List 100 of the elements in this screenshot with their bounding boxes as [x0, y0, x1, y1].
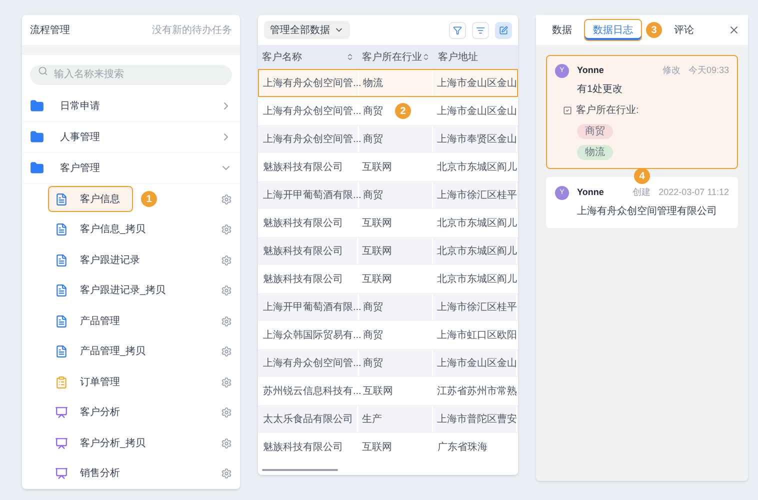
table-cell-text: 上海有舟众创空间管...: [263, 76, 362, 90]
settings-icon[interactable]: [221, 438, 232, 449]
clipboard-icon: [55, 376, 68, 389]
table-row[interactable]: 上海有舟众创空间管... 商贸 上海市奉贤区金山: [258, 125, 518, 153]
column-header[interactable]: 客户地址: [438, 50, 478, 64]
step-badge: 1: [141, 191, 157, 208]
search-field[interactable]: 输入名称来搜索: [30, 64, 232, 84]
table-row[interactable]: 魅族科技有限公司 互联网 北京市东城区阎儿: [258, 209, 518, 237]
table-cell-text: 上海有舟众创空间管...: [263, 356, 362, 370]
document-icon: [55, 345, 68, 358]
table-cell-text: 北京市东城区阎儿: [437, 216, 517, 230]
table-cell-text: 商贸: [363, 300, 383, 314]
folder-item[interactable]: 人事管理: [22, 122, 240, 153]
document-icon: [55, 192, 68, 206]
table-cell-text: 上海市金山区金山: [437, 76, 517, 90]
view-dropdown[interactable]: 管理全部数据: [264, 21, 350, 39]
table-row[interactable]: 苏州锐云信息科技有... 互联网 江苏省苏州市常熟: [258, 377, 518, 405]
chart-board-icon: [55, 406, 68, 420]
value-tag: 物流: [577, 145, 613, 160]
table-cell-text: 上海有舟众创空间管...: [263, 132, 362, 146]
settings-icon[interactable]: [221, 346, 232, 358]
user-name: Yonne: [577, 64, 604, 78]
table-cell-text: 北京市东城区阎儿: [437, 160, 517, 174]
table-cell-text: 北京市东城区阎儿: [437, 272, 517, 286]
edit-icon: [499, 26, 508, 34]
column-header[interactable]: 客户所在行业: [362, 50, 422, 64]
form-item[interactable]: 客户跟进记录_拷贝: [48, 278, 179, 304]
filter-icon: [453, 26, 462, 34]
settings-icon[interactable]: [221, 316, 232, 327]
table-cell-text: 互联网: [362, 440, 392, 454]
table-row[interactable]: 上海开甲葡萄酒有限... 商贸 上海市徐汇区桂平: [258, 181, 518, 209]
table-row[interactable]: 上海有舟众创空间管... 商贸 2 上海市金山区金山: [258, 97, 518, 125]
table-row[interactable]: 上海有舟众创空间管... 物流 上海市金山区金山: [258, 69, 518, 97]
table-row[interactable]: 魅族科技有限公司 互联网 北京市东城区阎儿: [258, 153, 518, 181]
table-cell-text: 苏州锐云信息科技有...: [263, 384, 362, 398]
table-cell-text: 生产: [362, 412, 382, 426]
table-cell-text: 上海市金山区金山: [437, 104, 517, 118]
document-icon: [55, 223, 68, 236]
action-text: 创建: [632, 186, 651, 200]
table-cell-text: 商贸: [363, 356, 383, 370]
filter-button[interactable]: [449, 22, 466, 38]
column-header[interactable]: 客户名称: [262, 50, 302, 64]
table-row[interactable]: 上海开甲葡萄酒有限... 商贸 上海市徐汇区桂平: [258, 293, 518, 321]
table-cell-text: 广东省珠海: [438, 440, 488, 454]
table-cell-text: 互联网: [362, 216, 392, 230]
table-cell-text: 商贸: [363, 104, 383, 118]
folder-item[interactable]: 日常申请: [22, 91, 240, 122]
form-item[interactable]: 产品管理: [48, 308, 133, 334]
form-item[interactable]: 销售分析: [48, 460, 133, 487]
step-badge: 2: [395, 103, 411, 119]
folder-icon: [30, 99, 44, 113]
table-row[interactable]: 魅族科技有限公司 互联网 广东省珠海: [258, 433, 518, 461]
table-row[interactable]: 太太乐食品有限公司 生产 上海市普陀区曹安: [258, 405, 518, 433]
close-icon[interactable]: [728, 24, 740, 36]
sort-icon: [476, 26, 485, 34]
sort-arrows-icon[interactable]: [422, 53, 430, 61]
table-cell-text: 上海市虹口区欧阳: [437, 328, 517, 342]
form-item[interactable]: 客户分析_拷贝: [48, 430, 159, 456]
document-icon: [55, 314, 68, 328]
settings-icon[interactable]: [221, 254, 232, 266]
sort-button[interactable]: [472, 22, 489, 38]
table-row[interactable]: 上海众韩国际贸易有... 商贸 上海市虹口区欧阳: [258, 321, 518, 349]
document-icon: [55, 284, 68, 298]
table-cell-text: 上海市徐汇区桂平: [437, 300, 517, 314]
form-item[interactable]: 订单管理: [48, 369, 133, 396]
table-row[interactable]: 魅族科技有限公司 互联网 北京市东城区阎儿: [258, 265, 518, 293]
table-cell-text: 魅族科技有限公司: [263, 272, 343, 286]
table-cell-text: 互联网: [362, 244, 392, 258]
form-item[interactable]: 客户信息: [48, 186, 133, 212]
table-cell-text: 上海市金山区金山: [437, 356, 517, 370]
table-cell-text: 上海开甲葡萄酒有限...: [263, 188, 362, 202]
edit-button[interactable]: [495, 22, 512, 38]
value-tag: 商贸: [577, 124, 613, 139]
form-item[interactable]: 客户跟进记录: [48, 247, 153, 274]
table-cell-text: 商贸: [363, 188, 383, 202]
settings-icon[interactable]: [221, 376, 232, 388]
settings-icon[interactable]: [221, 285, 232, 296]
log-summary: 有1处更改: [577, 82, 623, 97]
table-row[interactable]: 魅族科技有限公司 互联网 北京市东城区阎儿: [258, 237, 518, 265]
table-cell-text: 商贸: [363, 132, 383, 146]
folder-item[interactable]: 客户管理: [22, 153, 240, 184]
settings-icon[interactable]: [221, 194, 232, 205]
scrollbar[interactable]: [262, 469, 338, 471]
table-cell-text: 魅族科技有限公司: [263, 216, 343, 230]
tab[interactable]: 评论: [666, 19, 702, 41]
settings-icon[interactable]: [221, 407, 232, 418]
table-cell-text: 上海市普陀区曹安: [437, 412, 517, 426]
chart-board-icon: [55, 467, 68, 480]
time-text: 2022-03-07 11:12: [658, 186, 729, 200]
table-row[interactable]: 上海有舟众创空间管... 商贸 上海市金山区金山: [258, 349, 518, 377]
table-cell-text: 魅族科技有限公司: [263, 244, 343, 258]
form-item[interactable]: 客户分析: [48, 400, 133, 426]
settings-icon[interactable]: [221, 468, 232, 480]
sort-arrows-icon[interactable]: [346, 53, 354, 61]
form-item[interactable]: 客户信息_拷贝: [48, 216, 159, 243]
tab[interactable]: 数据: [544, 19, 580, 41]
tab[interactable]: 数据日志: [584, 19, 642, 41]
time-text: 今天09:33: [688, 64, 729, 78]
form-item[interactable]: 产品管理_拷贝: [48, 338, 159, 365]
settings-icon[interactable]: [221, 224, 232, 236]
